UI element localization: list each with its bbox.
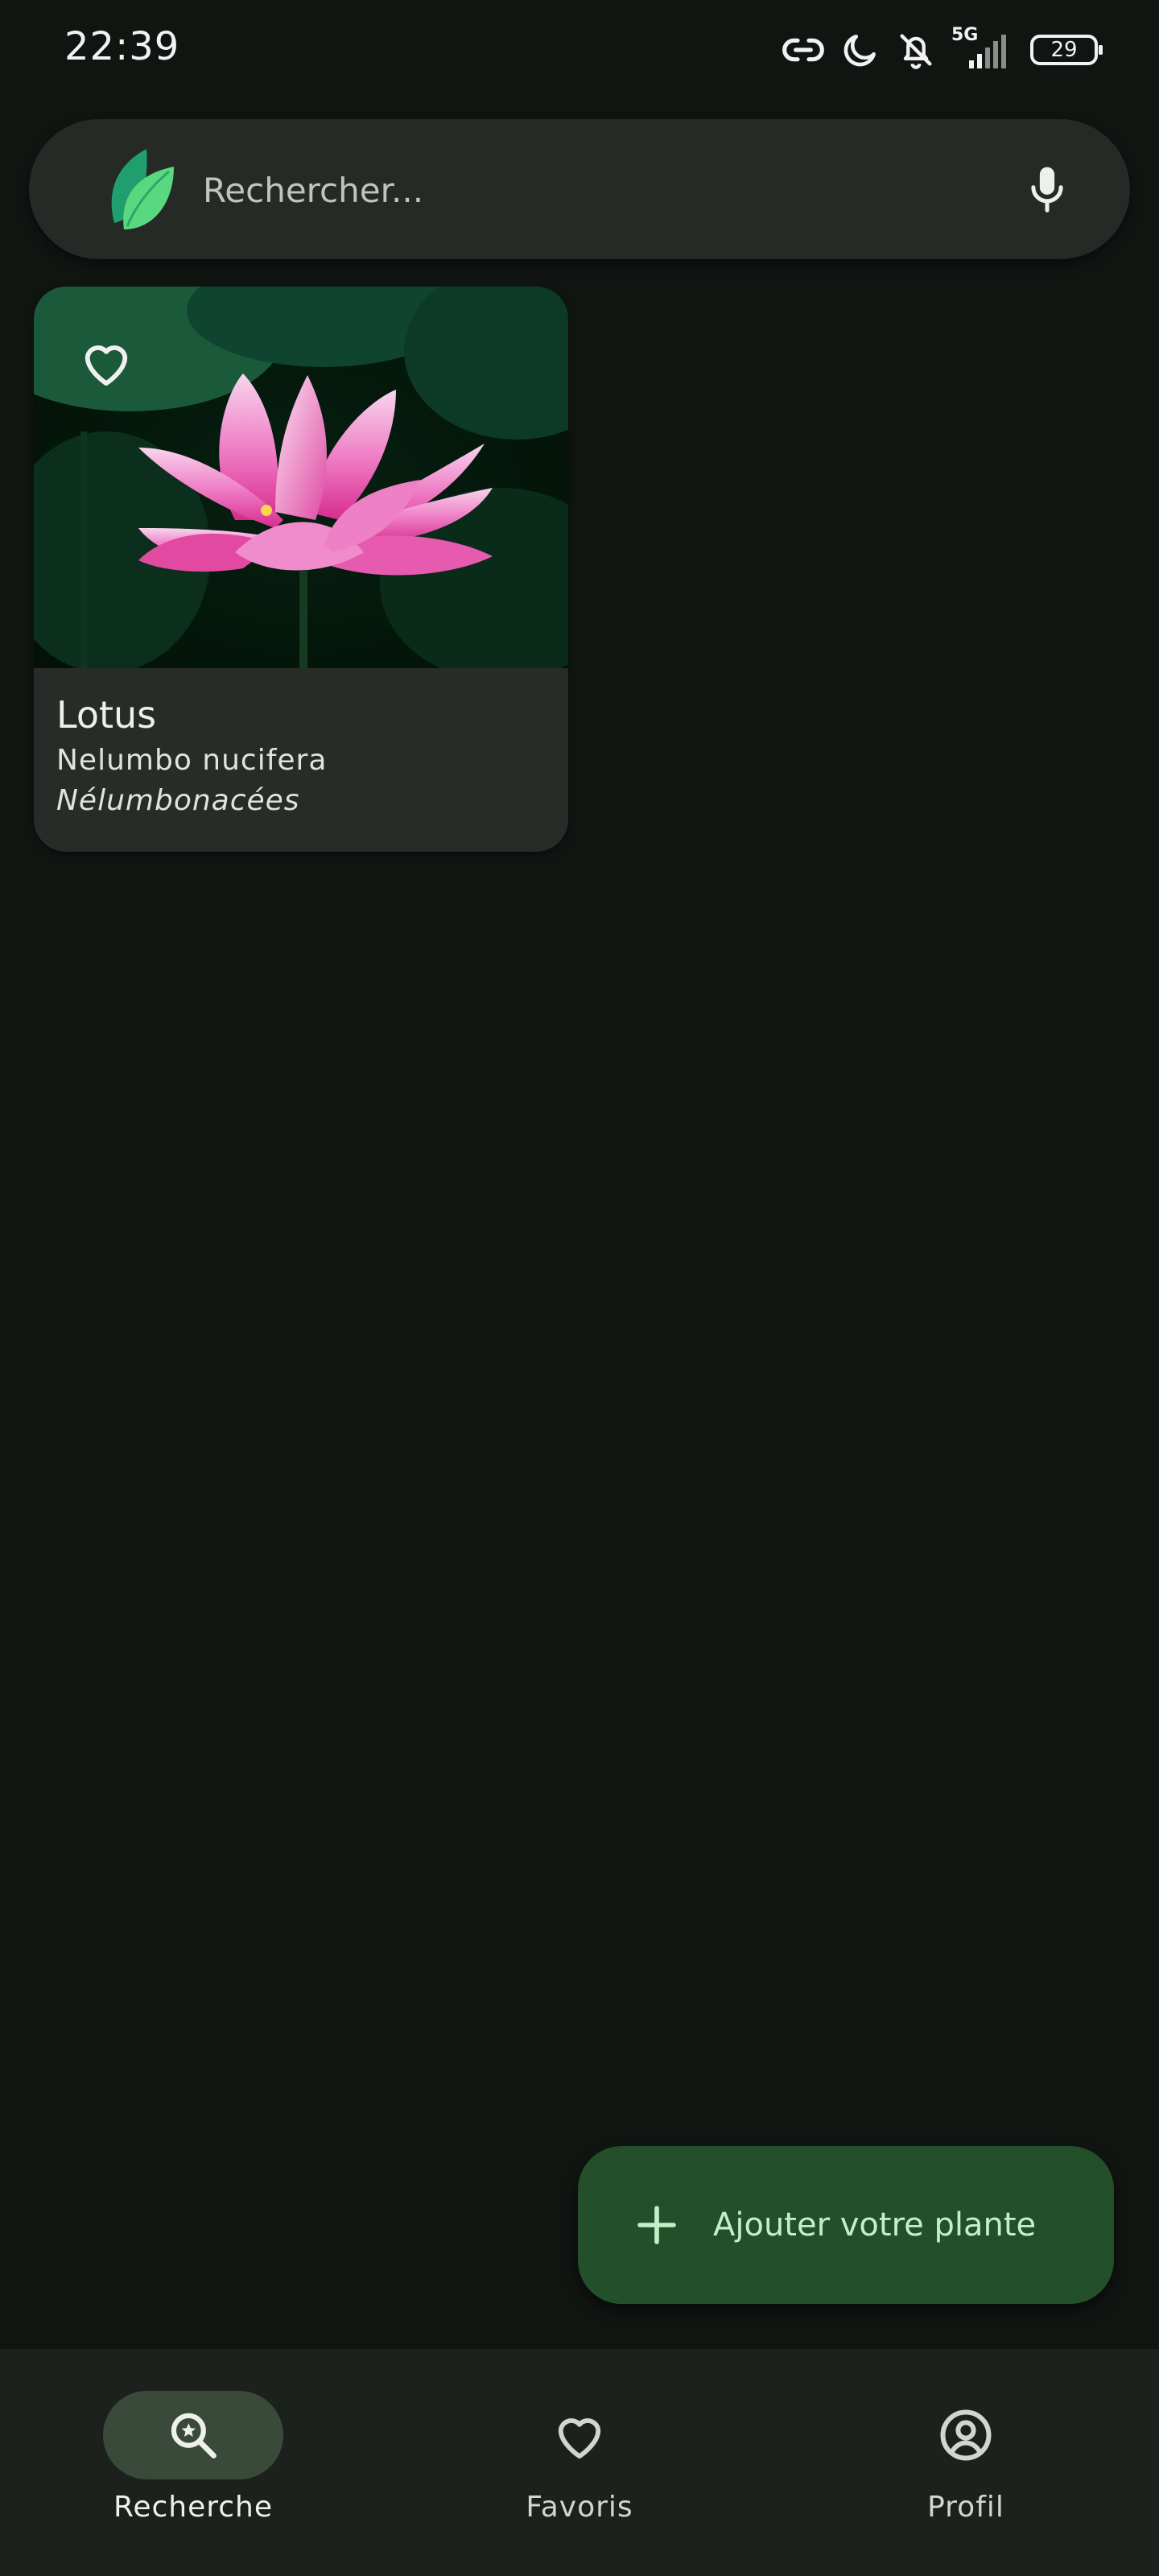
search-icon bbox=[171, 2413, 217, 2458]
status-icons: 5G 29 bbox=[781, 25, 1103, 72]
plus-icon bbox=[637, 2206, 676, 2244]
nav-item-profil[interactable]: Profil bbox=[845, 2391, 1087, 2544]
moon-icon bbox=[843, 35, 876, 67]
plant-card-text: Lotus Nelumbo nucifera Nélumbonacées bbox=[56, 689, 555, 821]
plant-card[interactable]: Lotus Nelumbo nucifera Nélumbonacées bbox=[34, 287, 568, 852]
nav-icon-container bbox=[876, 2391, 1056, 2479]
profile-icon bbox=[940, 2409, 992, 2461]
favorite-button[interactable] bbox=[76, 332, 137, 393]
add-plant-button[interactable]: Ajouter votre plante bbox=[578, 2146, 1114, 2304]
link-icon bbox=[782, 38, 824, 62]
nav-item-recherche[interactable]: Recherche bbox=[72, 2391, 314, 2544]
search-bar bbox=[29, 119, 1130, 259]
microphone-button[interactable] bbox=[1019, 161, 1075, 217]
status-bar: 22:39 5G 29 bbox=[0, 0, 1159, 100]
leaf-logo-icon bbox=[111, 149, 174, 229]
search-input[interactable] bbox=[201, 157, 993, 223]
nav-label-profil: Profil bbox=[927, 2491, 1004, 2524]
plant-name: Lotus bbox=[56, 693, 157, 737]
heart-outline-icon bbox=[85, 345, 128, 386]
nav-active-indicator bbox=[103, 2391, 283, 2479]
add-plant-label: Ajouter votre plante bbox=[713, 2207, 1037, 2244]
signal-icon bbox=[969, 35, 1006, 68]
bell-off-icon bbox=[900, 34, 932, 69]
nav-label-favoris: Favoris bbox=[526, 2491, 633, 2524]
battery-indicator: 29 bbox=[1030, 35, 1103, 65]
signal-indicator: 5G bbox=[951, 25, 1016, 70]
nav-icon-container bbox=[489, 2391, 670, 2479]
plant-family: Nélumbonacées bbox=[56, 784, 300, 817]
nav-item-favoris[interactable]: Favoris bbox=[459, 2391, 700, 2544]
bottom-navigation: Recherche Favoris Profil bbox=[0, 2349, 1159, 2576]
plant-scientific-name: Nelumbo nucifera bbox=[56, 744, 328, 777]
heart-icon bbox=[558, 2418, 601, 2459]
microphone-icon bbox=[1031, 167, 1063, 213]
nav-label-recherche: Recherche bbox=[113, 2491, 274, 2524]
status-time: 22:39 bbox=[64, 24, 180, 69]
